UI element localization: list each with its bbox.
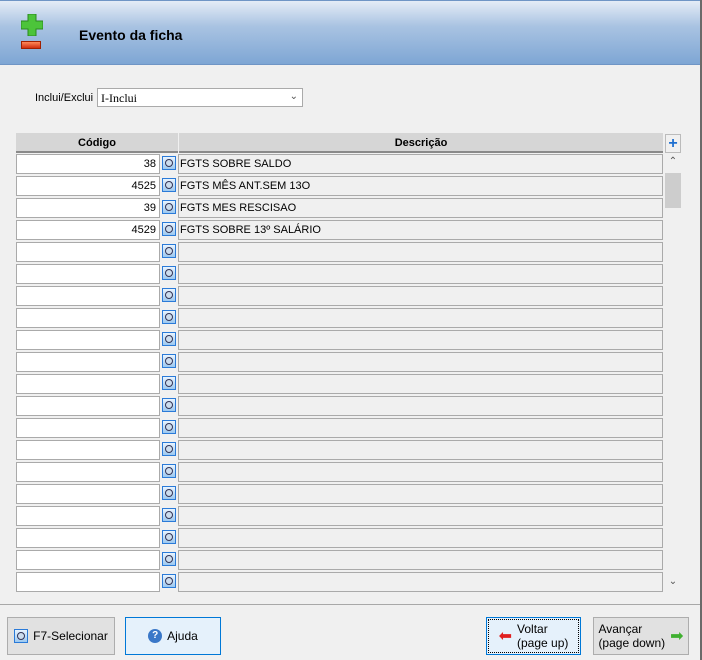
next-button[interactable]: Avançar (page down) ➡ [593, 617, 689, 655]
header-bar: Evento da ficha [0, 0, 700, 65]
page-title: Evento da ficha [79, 27, 183, 43]
description-cell [178, 330, 663, 350]
lookup-icon[interactable] [162, 574, 176, 588]
lookup-icon[interactable] [162, 200, 176, 214]
code-input[interactable] [16, 286, 160, 306]
code-input[interactable]: 38 [16, 154, 160, 174]
code-input[interactable] [16, 418, 160, 438]
code-input[interactable] [16, 528, 160, 548]
arrow-left-icon: ⬅ [498, 628, 513, 645]
code-input[interactable] [16, 550, 160, 570]
code-input[interactable] [16, 462, 160, 482]
description-cell: FGTS MÊS ANT.SEM 13O [178, 176, 663, 196]
lookup-icon[interactable] [162, 310, 176, 324]
code-input[interactable] [16, 264, 160, 284]
back-sub-label: (page up) [517, 636, 569, 650]
header-codigo[interactable]: Código [16, 133, 178, 153]
code-input[interactable]: 4525 [16, 176, 160, 196]
arrow-right-icon: ➡ [670, 628, 684, 645]
back-label: Voltar [517, 622, 548, 636]
description-cell [178, 308, 663, 328]
code-input[interactable] [16, 506, 160, 526]
lookup-icon[interactable] [162, 156, 176, 170]
code-input[interactable] [16, 396, 160, 416]
description-cell [178, 374, 663, 394]
code-input[interactable] [16, 572, 160, 592]
header-descricao[interactable]: Descrição [179, 133, 663, 153]
divider [0, 604, 700, 605]
code-input[interactable] [16, 352, 160, 372]
remove-icon [21, 41, 41, 49]
description-cell [178, 550, 663, 570]
next-sub-label: (page down) [598, 636, 666, 650]
lookup-icon[interactable] [162, 266, 176, 280]
inclui-exclui-select[interactable]: I-Inclui ⌄ [97, 88, 303, 107]
description-cell [178, 396, 663, 416]
scroll-up-icon[interactable]: ⌃ [665, 156, 681, 167]
scroll-down-icon[interactable]: ⌄ [665, 576, 681, 587]
lookup-icon[interactable] [162, 222, 176, 236]
description-cell [178, 506, 663, 526]
description-cell [178, 418, 663, 438]
back-button[interactable]: ⬅ Voltar (page up) [486, 617, 581, 655]
lookup-icon[interactable] [162, 288, 176, 302]
select-label: F7-Selecionar [33, 629, 108, 643]
lookup-icon[interactable] [162, 442, 176, 456]
scrollbar[interactable]: ⌃ ⌄ [665, 154, 681, 592]
description-cell [178, 484, 663, 504]
description-cell [178, 264, 663, 284]
inclui-exclui-label: Inclui/Exclui [35, 92, 94, 104]
lookup-icon[interactable] [162, 420, 176, 434]
description-cell: FGTS SOBRE 13º SALÁRIO [178, 220, 663, 240]
description-cell [178, 352, 663, 372]
lookup-icon[interactable] [162, 376, 176, 390]
lookup-icon[interactable] [162, 332, 176, 346]
next-label: Avançar [598, 622, 643, 636]
select-value: I-Inclui [101, 91, 137, 105]
help-label: Ajuda [167, 629, 198, 643]
lookup-icon[interactable] [162, 530, 176, 544]
code-input[interactable] [16, 484, 160, 504]
lookup-icon[interactable] [162, 398, 176, 412]
description-cell: FGTS SOBRE SALDO [178, 154, 663, 174]
description-cell [178, 286, 663, 306]
code-input[interactable] [16, 308, 160, 328]
select-button[interactable]: F7-Selecionar [7, 617, 115, 655]
search-icon [14, 629, 29, 643]
lookup-icon[interactable] [162, 486, 176, 500]
code-input[interactable] [16, 374, 160, 394]
code-input[interactable]: 4529 [16, 220, 160, 240]
description-cell [178, 528, 663, 548]
description-cell [178, 462, 663, 482]
chevron-down-icon: ⌄ [289, 91, 298, 102]
description-cell [178, 242, 663, 262]
description-cell: FGTS MES RESCISAO [178, 198, 663, 218]
description-cell [178, 440, 663, 460]
lookup-icon[interactable] [162, 552, 176, 566]
help-icon: ? [148, 629, 163, 643]
code-input[interactable] [16, 242, 160, 262]
lookup-icon[interactable] [162, 508, 176, 522]
add-row-button[interactable]: + [665, 134, 681, 153]
code-input[interactable] [16, 440, 160, 460]
lookup-icon[interactable] [162, 354, 176, 368]
lookup-icon[interactable] [162, 464, 176, 478]
description-cell [178, 572, 663, 592]
code-input[interactable] [16, 330, 160, 350]
lookup-icon[interactable] [162, 244, 176, 258]
code-input[interactable]: 39 [16, 198, 160, 218]
help-button[interactable]: ? Ajuda [125, 617, 221, 655]
lookup-icon[interactable] [162, 178, 176, 192]
scroll-thumb[interactable] [665, 173, 681, 208]
add-icon [21, 14, 43, 36]
